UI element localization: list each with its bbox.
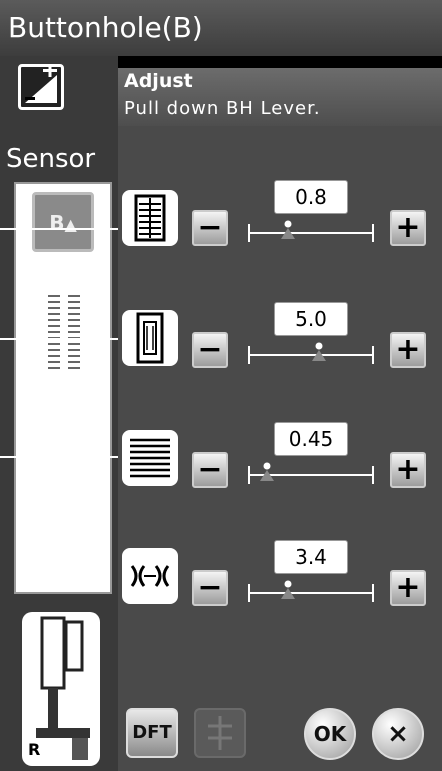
slope-icon (25, 64, 57, 103)
adjust-row-density: − 0.45 + (118, 420, 442, 500)
length-plus-button[interactable]: + (390, 332, 426, 368)
sensor-label: Sensor (6, 144, 96, 174)
default-button[interactable]: DFT (126, 708, 178, 758)
bh-badge-letter: B (49, 211, 65, 235)
width-minus-button[interactable]: − (192, 210, 228, 246)
pointer-line-3 (0, 456, 132, 458)
buttonhole-length-icon (122, 310, 178, 366)
sensor-buttonhole-badge[interactable]: B▲ (32, 192, 94, 252)
slider-knob[interactable] (259, 462, 274, 482)
cutting-space-icon (122, 548, 178, 604)
cutting-space-minus-button[interactable]: − (192, 570, 228, 606)
density-slider[interactable] (248, 462, 374, 484)
density-plus-button[interactable]: + (390, 452, 426, 488)
buttonhole-width-icon (122, 190, 178, 246)
buttonhole-stitch-preview-icon (48, 295, 80, 369)
pointer-line-2 (0, 338, 136, 340)
density-value: 0.45 (274, 422, 348, 456)
length-slider[interactable] (248, 342, 374, 364)
density-minus-button[interactable]: − (192, 452, 228, 488)
foot-label: R (28, 740, 41, 759)
length-value: 5.0 (274, 302, 348, 336)
pointer-line-1 (0, 228, 128, 230)
adjust-panel: Adjust Pull down BH Lever. − 0.8 + − 5.0… (118, 68, 442, 771)
close-button[interactable]: × (372, 708, 424, 760)
cutting-space-value: 3.4 (274, 540, 348, 574)
adjust-row-width: − 0.8 + (118, 180, 442, 260)
length-minus-button[interactable]: − (192, 332, 228, 368)
disabled-memory-button (194, 708, 246, 758)
slider-knob[interactable] (281, 580, 296, 600)
window-title: Buttonhole(B) (0, 0, 442, 56)
panel-header: Adjust Pull down BH Lever. (118, 68, 442, 126)
ok-button[interactable]: OK (304, 708, 356, 760)
cutting-space-slider[interactable] (248, 580, 374, 602)
cutting-space-plus-button[interactable]: + (390, 570, 426, 606)
width-slider[interactable] (248, 220, 374, 242)
adjust-row-length: − 5.0 + (118, 300, 442, 380)
presser-foot-image: R (22, 612, 100, 766)
adjust-toggle-icon[interactable] (18, 64, 64, 110)
panel-title: Adjust (124, 70, 193, 92)
memory-icon (208, 716, 232, 750)
buttonhole-preview: B▲ (14, 182, 112, 594)
width-value: 0.8 (274, 180, 348, 214)
adjust-row-cutting-space: − 3.4 + (118, 538, 442, 618)
slider-knob[interactable] (281, 220, 296, 240)
panel-instruction: Pull down BH Lever. (124, 98, 321, 119)
slider-knob[interactable] (311, 342, 326, 362)
width-plus-button[interactable]: + (390, 210, 426, 246)
stitch-density-icon (122, 430, 178, 486)
